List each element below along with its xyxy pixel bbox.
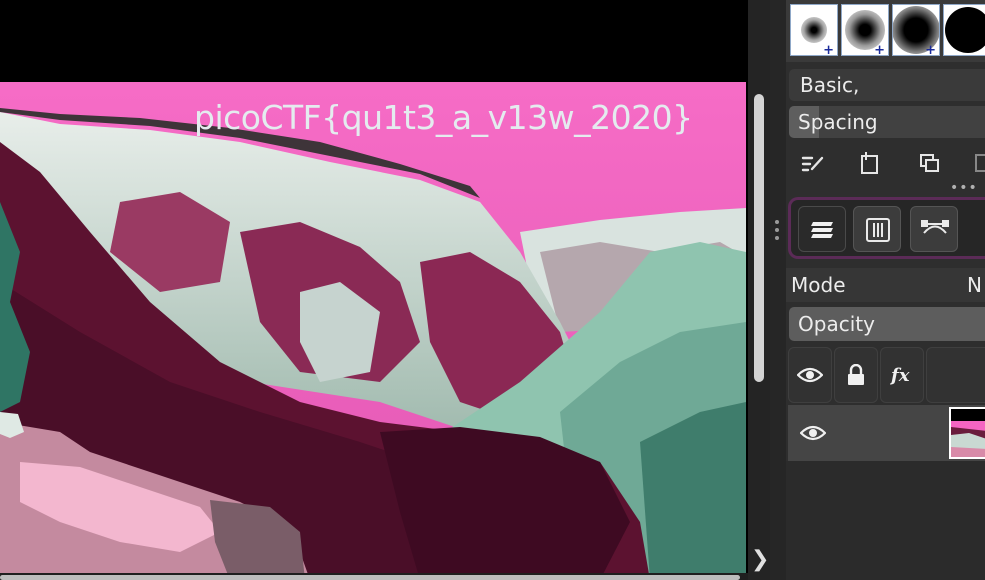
channels-icon <box>866 218 890 242</box>
layer-list-header: fx <box>788 347 985 403</box>
docker-tab-bar <box>788 197 985 259</box>
edit-brush-icon[interactable] <box>800 150 826 176</box>
layers-icon <box>811 222 833 238</box>
layer-list-empty-area[interactable] <box>786 461 985 580</box>
add-marker-icon: + <box>823 43 834 56</box>
layer-row[interactable] <box>788 405 985 461</box>
lock-icon <box>848 364 864 385</box>
blend-mode-row[interactable]: Mode N <box>786 268 985 302</box>
canvas-area[interactable]: picoCTF{qu1t3_a_v13w_2020} <box>0 0 748 580</box>
import-brush-icon[interactable] <box>857 150 883 176</box>
opacity-slider[interactable]: Opacity <box>789 307 985 341</box>
spacing-label: Spacing <box>798 110 878 134</box>
layer-thumbnail <box>949 407 985 459</box>
brush-tag-filter[interactable]: Basic, <box>789 69 985 101</box>
vertical-scrollbar-thumb[interactable] <box>754 94 764 382</box>
flag-overlay-text: picoCTF{qu1t3_a_v13w_2020} <box>194 98 693 137</box>
tab-channels[interactable] <box>853 206 901 252</box>
visibility-column[interactable] <box>788 347 832 403</box>
right-docker-panel: + + + Basic, Spacing ••• Mode N Opacity … <box>786 0 985 580</box>
fx-column[interactable]: fx <box>880 347 924 403</box>
brush-preset-soft-large[interactable]: + <box>892 4 940 56</box>
brush-preset-hard-round[interactable] <box>943 4 985 56</box>
opacity-label: Opacity <box>798 312 875 336</box>
duplicate-brush-icon[interactable] <box>917 150 943 176</box>
tab-layers[interactable] <box>798 206 846 252</box>
brush-preset-strip: + + + <box>786 0 985 62</box>
add-marker-icon: + <box>874 43 885 56</box>
add-marker-icon: + <box>925 43 936 56</box>
layer-name-column <box>926 347 985 403</box>
brush-preset-soft-medium[interactable]: + <box>841 4 889 56</box>
splitter-handle-icon[interactable] <box>775 220 781 244</box>
visibility-icon[interactable] <box>800 424 826 442</box>
panel-splitter[interactable] <box>770 0 786 580</box>
landscape-photo <box>0 82 746 580</box>
lock-column[interactable] <box>834 347 878 403</box>
brush-preset-soft-small[interactable]: + <box>790 4 838 56</box>
horizontal-scrollbar-thumb[interactable] <box>0 575 740 580</box>
preset-toolbar <box>786 146 985 180</box>
chevron-right-icon[interactable]: ❯ <box>751 548 769 572</box>
blend-mode-select[interactable]: N <box>967 268 982 302</box>
blend-mode-label: Mode <box>791 273 846 297</box>
visibility-icon <box>797 367 823 383</box>
paths-icon <box>921 220 949 234</box>
brush-spacing-slider[interactable]: Spacing <box>789 106 985 138</box>
overflow-icon[interactable] <box>974 150 985 176</box>
tab-paths[interactable] <box>910 206 958 252</box>
canvas-image[interactable] <box>0 82 746 580</box>
more-options-icon[interactable]: ••• <box>950 181 977 195</box>
fx-icon: fx <box>890 365 910 385</box>
svg-text:fx: fx <box>890 365 910 385</box>
